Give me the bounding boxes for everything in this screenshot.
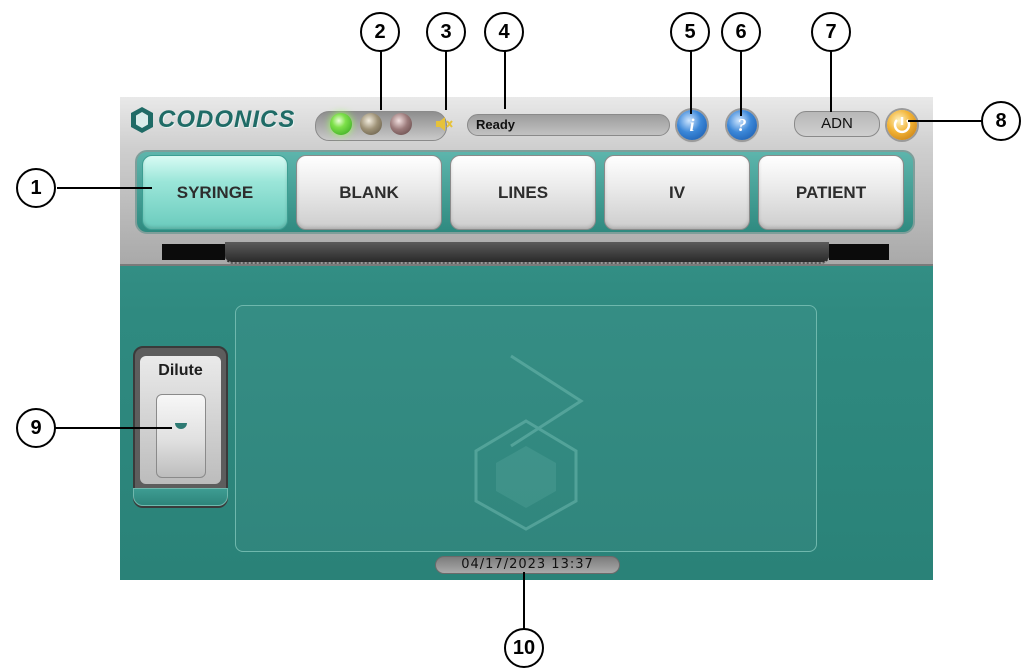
- callout-10: 10: [504, 628, 544, 668]
- codonics-watermark-icon: [474, 354, 584, 531]
- tab-patient[interactable]: PATIENT: [758, 155, 904, 230]
- power-button[interactable]: [887, 110, 917, 140]
- dilute-inner: Dilute: [140, 356, 221, 484]
- leader-line-6: [740, 51, 742, 116]
- speaker-mute-icon[interactable]: [434, 114, 454, 134]
- tab-lines[interactable]: LINES: [450, 155, 596, 230]
- dilute-toggle[interactable]: [156, 394, 206, 478]
- leader-line-9: [55, 427, 172, 429]
- callout-1: 1: [16, 168, 56, 208]
- slot-left-wing: [162, 244, 225, 260]
- dilute-toggle-indicator: [175, 423, 187, 429]
- callout-9: 9: [16, 408, 56, 448]
- leader-line-1: [57, 187, 152, 189]
- callout-3: 3: [426, 12, 466, 52]
- user-field[interactable]: ADN: [794, 111, 880, 137]
- leader-line-4: [504, 51, 506, 109]
- brand-name: CODONICS: [158, 106, 296, 133]
- device-screen: CODONICS Ready i ? ADN SYRINGE BLANK LIN…: [120, 97, 933, 580]
- leader-line-10: [523, 572, 525, 629]
- info-button[interactable]: i: [677, 110, 707, 140]
- help-icon: ?: [737, 114, 747, 135]
- tab-syringe[interactable]: SYRINGE: [142, 155, 288, 230]
- leader-line-7: [830, 51, 832, 112]
- leader-line-8: [908, 120, 992, 122]
- brand-logo: CODONICS: [130, 106, 295, 134]
- status-led-amber: [360, 113, 382, 135]
- dilute-label: Dilute: [158, 362, 203, 379]
- dilute-base: [133, 488, 228, 506]
- slot-right-wing: [829, 244, 889, 260]
- leader-line-2: [380, 51, 382, 110]
- leader-line-5: [690, 51, 692, 114]
- callout-7: 7: [811, 12, 851, 52]
- top-bar: CODONICS Ready i ? ADN SYRINGE BLANK LIN…: [120, 97, 933, 266]
- tab-iv[interactable]: IV: [604, 155, 750, 230]
- label-preview-area[interactable]: [235, 305, 817, 552]
- callout-8: 8: [981, 101, 1021, 141]
- codonics-hexagon-icon: [131, 107, 153, 133]
- info-icon: i: [689, 114, 695, 135]
- status-led-green: [330, 113, 352, 135]
- status-field: Ready: [467, 114, 670, 136]
- callout-2: 2: [360, 12, 400, 52]
- callout-4: 4: [484, 12, 524, 52]
- label-output-slot: [225, 242, 829, 264]
- callout-5: 5: [670, 12, 710, 52]
- callout-6: 6: [721, 12, 761, 52]
- tab-blank[interactable]: BLANK: [296, 155, 442, 230]
- leader-line-3: [445, 51, 447, 110]
- date-time: 04/17/2023 13:37: [435, 556, 620, 574]
- status-led-red: [390, 113, 412, 135]
- power-icon: [893, 117, 911, 134]
- help-button[interactable]: ?: [727, 110, 757, 140]
